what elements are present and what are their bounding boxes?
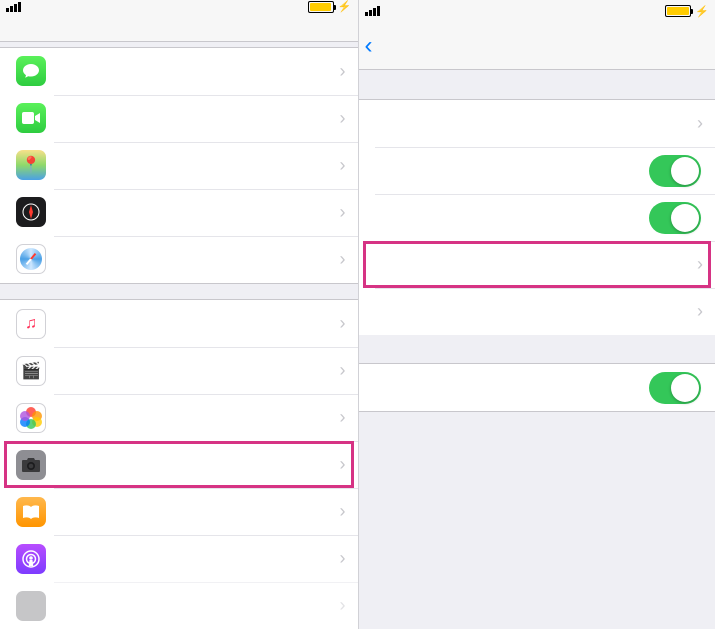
charging-icon: ⚡ <box>338 0 352 13</box>
chevron-right-icon: › <box>340 360 346 381</box>
row-camera[interactable]: › <box>0 441 358 488</box>
music-icon: ♫ <box>16 309 46 339</box>
battery-icon <box>665 5 691 17</box>
row-maps[interactable]: 📍 › <box>0 142 358 189</box>
ibooks-icon <box>16 497 46 527</box>
chevron-right-icon: › <box>340 407 346 428</box>
chevron-right-icon: › <box>340 313 346 334</box>
row-messages[interactable]: › <box>0 48 358 95</box>
hdr-list <box>359 364 715 411</box>
nav-bar: ‹ <box>359 22 715 70</box>
back-button[interactable]: ‹ <box>365 22 375 69</box>
row-photos[interactable]: › <box>0 394 358 441</box>
signal-icon <box>365 6 380 16</box>
scan-qr-toggle[interactable] <box>649 202 701 234</box>
hdr-section-footer <box>359 411 715 440</box>
chevron-right-icon: › <box>340 595 346 616</box>
messages-icon <box>16 56 46 86</box>
charging-icon: ⚡ <box>695 5 709 18</box>
itunesu-icon <box>16 591 46 621</box>
row-facetime[interactable]: › <box>0 95 358 142</box>
row-keep-normal-photo[interactable] <box>359 364 715 411</box>
screen-settings: ⚡ › › 📍 › <box>0 0 358 629</box>
row-grid[interactable] <box>359 147 715 194</box>
chevron-right-icon: › <box>340 202 346 223</box>
row-record-video[interactable]: › <box>359 241 715 288</box>
camera-settings-list: › › › <box>359 100 715 335</box>
row-podcasts[interactable]: › <box>0 535 358 582</box>
chevron-right-icon: › <box>340 501 346 522</box>
settings-list-group-1: › › 📍 › › › <box>0 48 358 283</box>
section-separator <box>0 283 358 300</box>
maps-icon: 📍 <box>16 150 46 180</box>
chevron-right-icon: › <box>697 254 703 275</box>
screen-camera-settings: ⚡ ‹ › › › <box>358 0 715 629</box>
row-music[interactable]: ♫ › <box>0 300 358 347</box>
grid-toggle[interactable] <box>649 155 701 187</box>
keep-normal-toggle[interactable] <box>649 372 701 404</box>
chevron-right-icon: › <box>340 108 346 129</box>
photos-icon <box>16 403 46 433</box>
section-separator <box>359 70 715 100</box>
chevron-right-icon: › <box>697 113 703 134</box>
chevron-right-icon: › <box>340 249 346 270</box>
chevron-right-icon: › <box>697 301 703 322</box>
row-compass[interactable]: › <box>0 189 358 236</box>
hdr-section-header <box>359 335 715 364</box>
nav-bar <box>0 13 358 42</box>
row-videos[interactable]: 🎬 › <box>0 347 358 394</box>
chevron-right-icon: › <box>340 155 346 176</box>
chevron-right-icon: › <box>340 548 346 569</box>
row-ibooks[interactable]: › <box>0 488 358 535</box>
row-preserve-settings[interactable]: › <box>359 100 715 147</box>
chevron-left-icon: ‹ <box>365 34 373 58</box>
camera-icon <box>16 450 46 480</box>
signal-icon <box>6 2 21 12</box>
row-scan-qr[interactable] <box>359 194 715 241</box>
chevron-right-icon: › <box>340 61 346 82</box>
facetime-icon <box>16 103 46 133</box>
row-safari[interactable]: › <box>0 236 358 283</box>
chevron-right-icon: › <box>340 454 346 475</box>
status-bar: ⚡ <box>0 0 358 13</box>
safari-icon <box>16 244 46 274</box>
row-itunesu[interactable]: › <box>0 582 358 629</box>
settings-list-group-2: ♫ › 🎬 › › › › <box>0 300 358 629</box>
podcasts-icon <box>16 544 46 574</box>
compass-icon <box>16 197 46 227</box>
status-bar: ⚡ <box>359 0 715 22</box>
battery-icon <box>308 1 334 13</box>
videos-icon: 🎬 <box>16 356 46 386</box>
row-record-slomo[interactable]: › <box>359 288 715 335</box>
